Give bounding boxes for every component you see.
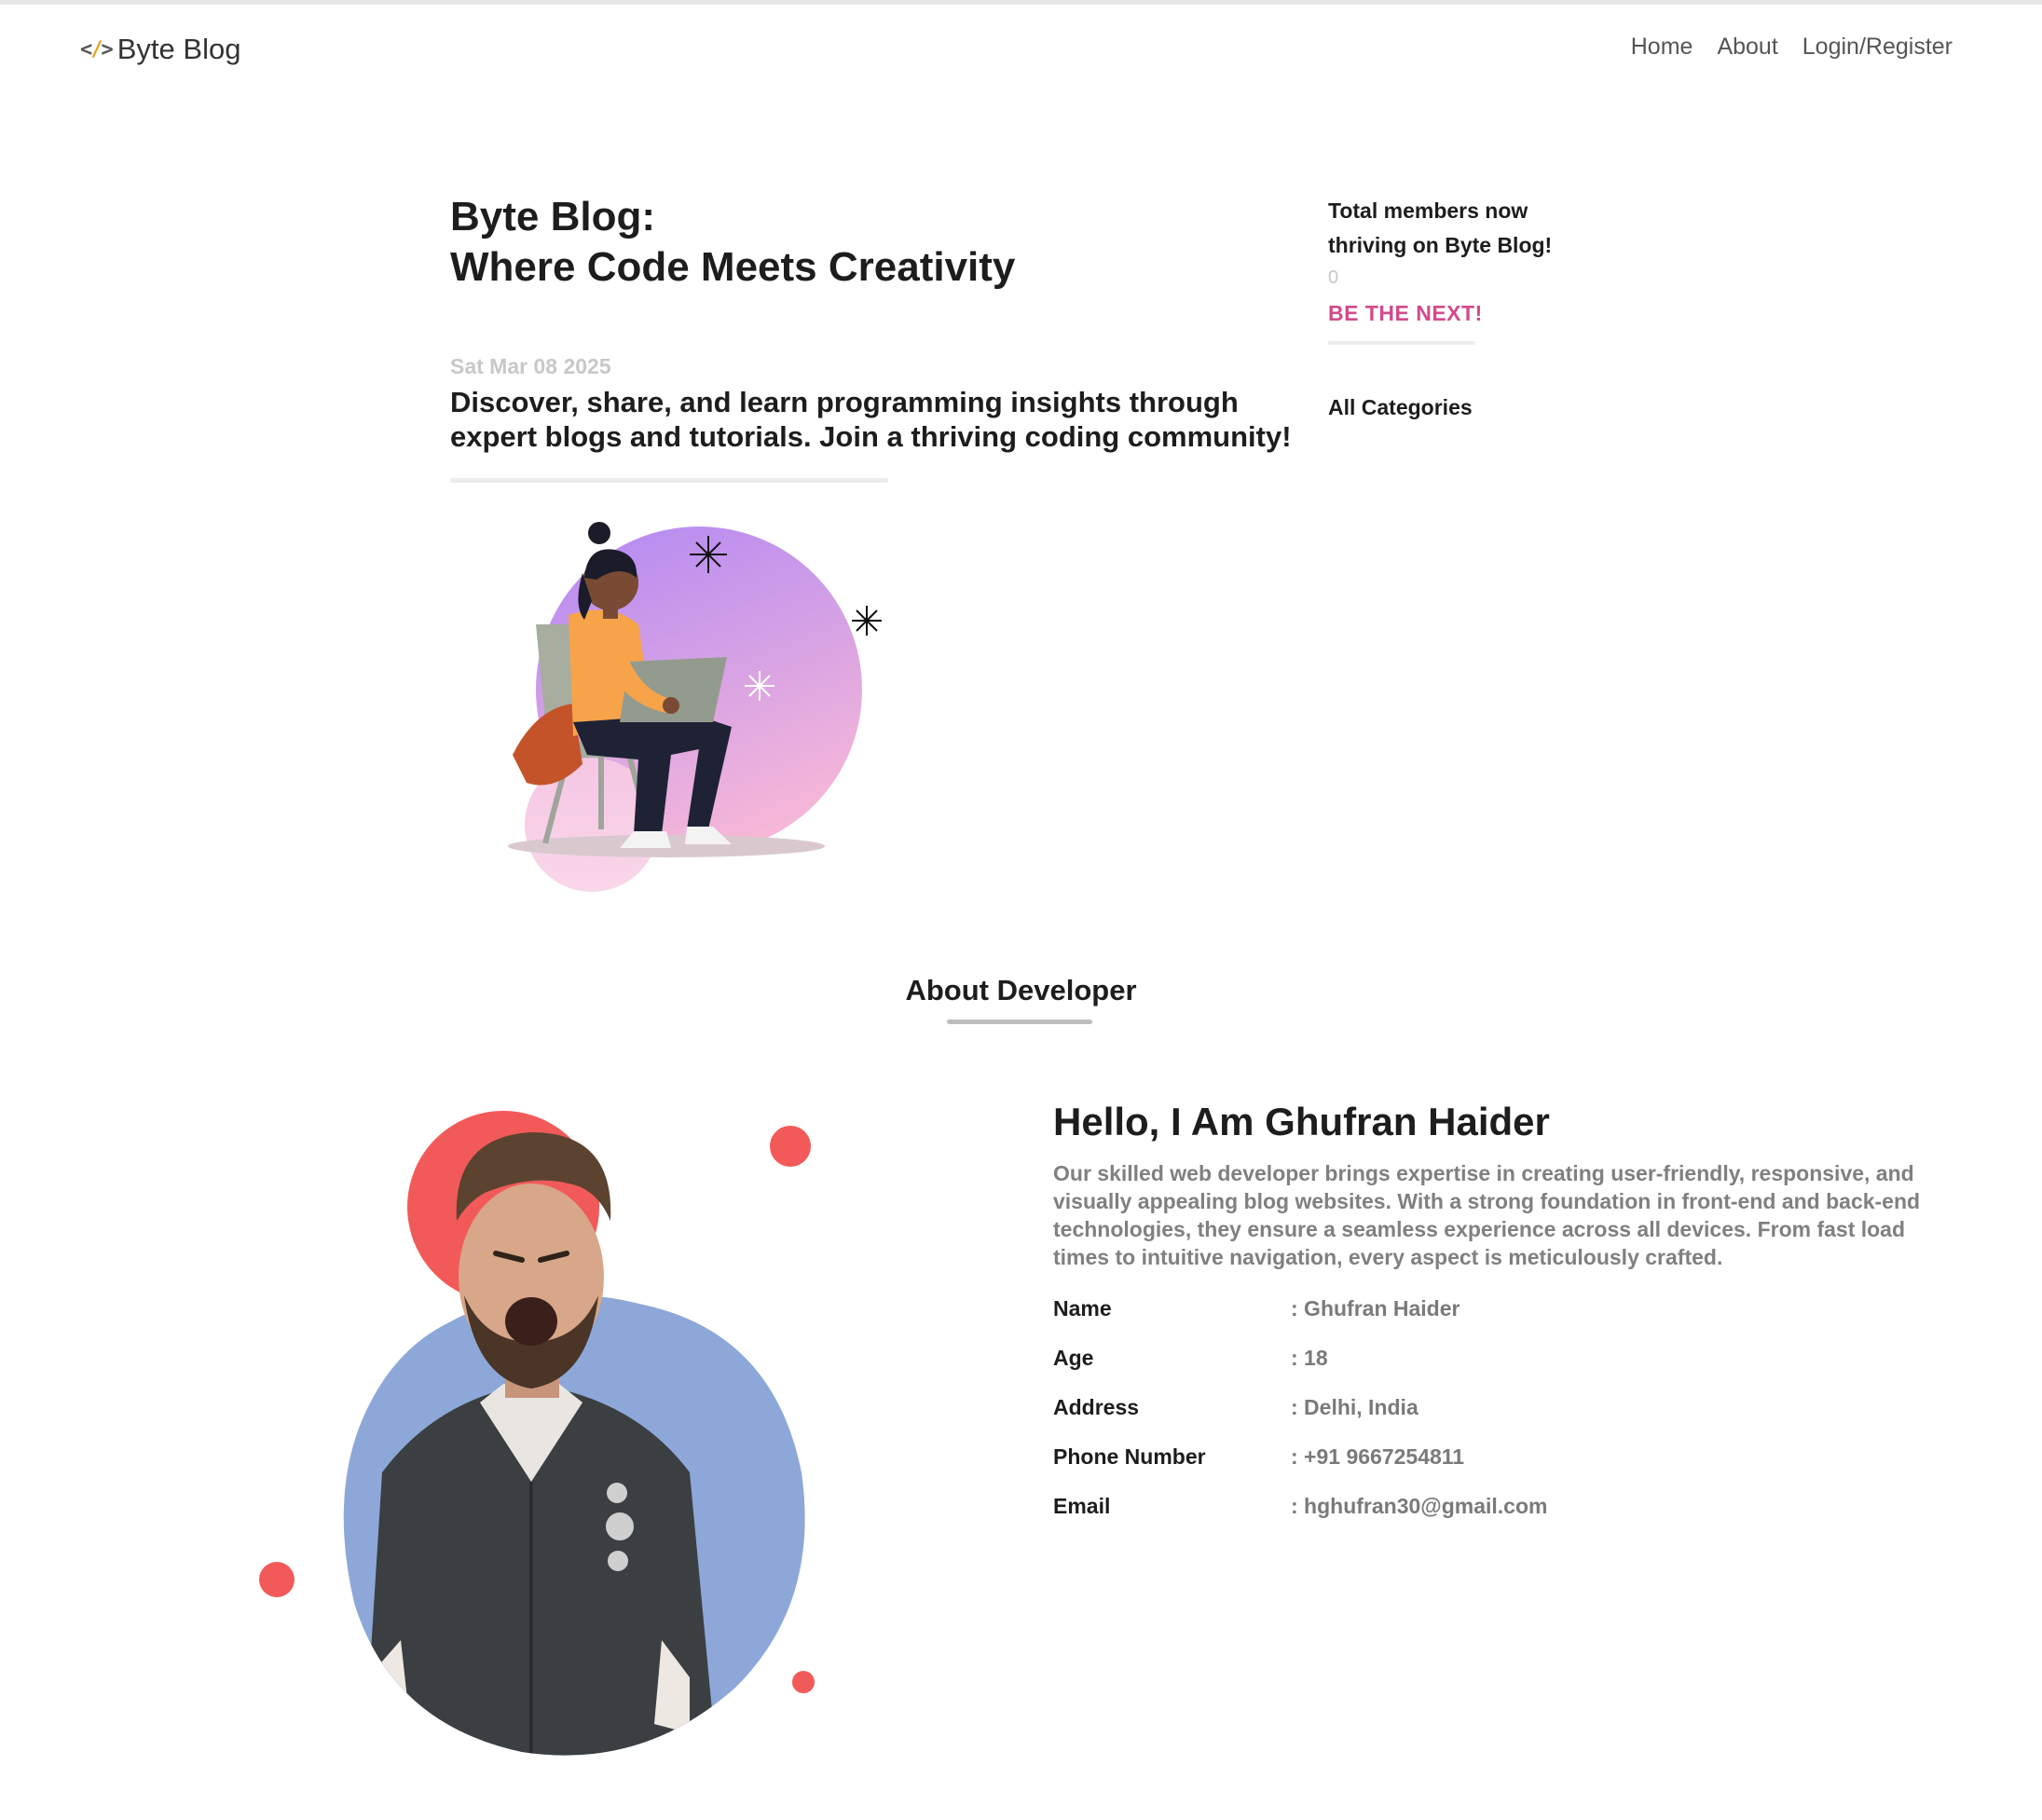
detail-label: Phone Number xyxy=(1053,1444,1206,1469)
detail-value: : 18 xyxy=(1291,1346,1328,1370)
developer-bio: Our skilled web developer brings experti… xyxy=(1053,1161,1921,1269)
hero-title-line1: Byte Blog: xyxy=(450,194,655,239)
developer-greeting: Hello, I Am Ghufran Haider xyxy=(1053,1100,1550,1143)
hero-title: Byte Blog: Where Code Meets Creativity xyxy=(450,192,1015,293)
detail-value: : Ghufran Haider xyxy=(1291,1296,1460,1321)
detail-row-name: Name : Ghufran Haider xyxy=(1053,1284,1892,1334)
all-categories-heading[interactable]: All Categories xyxy=(1328,395,1473,420)
detail-row-phone: Phone Number : +91 9667254811 xyxy=(1053,1432,1892,1482)
nav-about-link[interactable]: About xyxy=(1717,34,1777,61)
hero-divider xyxy=(450,478,888,483)
be-the-next-link[interactable]: BE THE NEXT! xyxy=(1328,301,1483,326)
detail-value: : Delhi, India xyxy=(1291,1395,1418,1419)
developer-details: Name : Ghufran Haider Age : 18 Address :… xyxy=(1053,1284,1892,1531)
hero-date: Sat Mar 08 2025 xyxy=(450,354,611,378)
hero-illustration xyxy=(508,522,882,892)
developer-portrait xyxy=(259,1111,815,1756)
detail-label: Age xyxy=(1053,1346,1094,1370)
detail-row-age: Age : 18 xyxy=(1053,1334,1892,1383)
top-border xyxy=(0,0,2042,5)
hero-title-line2: Where Code Meets Creativity xyxy=(450,244,1016,290)
brand-logo[interactable]: </> Byte Blog xyxy=(80,28,240,71)
about-underline xyxy=(947,1019,1092,1024)
detail-row-email: Email : hghufran30@gmail.com xyxy=(1053,1482,1892,1531)
main-nav: Home About Login/Register xyxy=(1631,34,1953,61)
detail-row-address: Address : Delhi, India xyxy=(1053,1383,1892,1432)
members-count: 0 xyxy=(1328,267,1339,288)
nav-login-register-link[interactable]: Login/Register xyxy=(1802,34,1953,61)
detail-label: Email xyxy=(1053,1494,1111,1518)
detail-value: : +91 9667254811 xyxy=(1291,1444,1465,1469)
members-text: Total members now thriving on Byte Blog! xyxy=(1328,198,1553,257)
about-heading: About Developer xyxy=(905,974,1137,1006)
sidebar-divider xyxy=(1328,341,1475,345)
detail-label: Address xyxy=(1053,1395,1140,1419)
detail-value[interactable]: : hghufran30@gmail.com xyxy=(1291,1494,1547,1519)
nav-home-link[interactable]: Home xyxy=(1631,34,1693,61)
detail-label: Name xyxy=(1053,1296,1112,1321)
hero-description: Discover, share, and learn programming i… xyxy=(450,386,1292,453)
brand-name: Byte Blog xyxy=(116,33,241,65)
code-icon: </> xyxy=(80,37,114,62)
